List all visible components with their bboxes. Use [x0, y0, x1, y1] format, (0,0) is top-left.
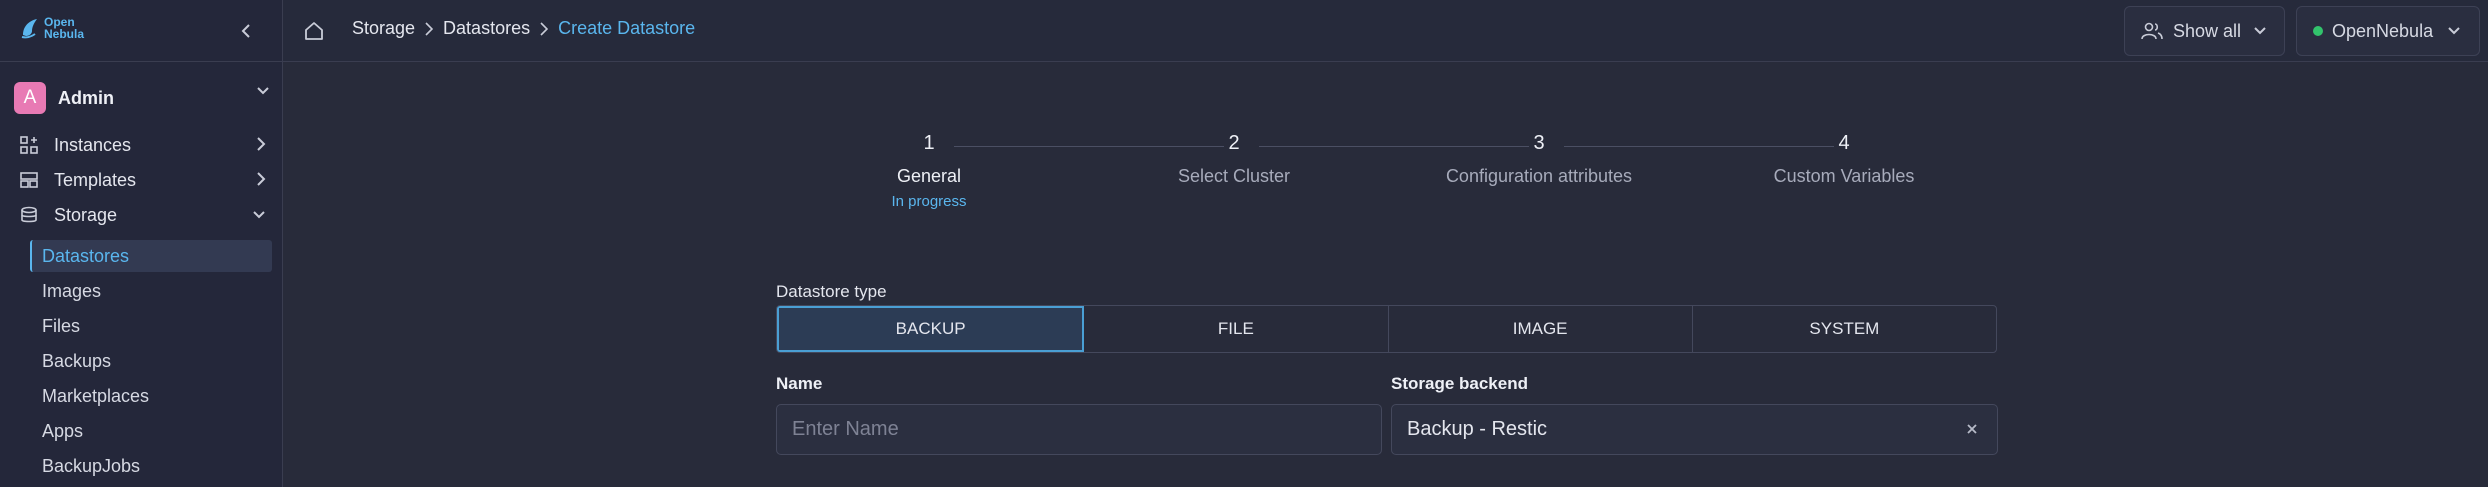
- sidebar-subitem-backups[interactable]: Backups: [30, 345, 272, 377]
- sidebar-subitem-images[interactable]: Images: [30, 275, 272, 307]
- chevron-down-icon: [257, 87, 269, 95]
- step-3-label: Configuration attributes: [1445, 166, 1633, 186]
- step-1-label: General: [896, 166, 962, 186]
- opennebula-logo[interactable]: Open Nebula: [20, 16, 84, 40]
- zone-selector-button[interactable]: OpenNebula: [2296, 6, 2480, 56]
- chevron-down-icon: [2448, 27, 2460, 35]
- step-2-label: Select Cluster: [1177, 166, 1291, 186]
- opennebula-logo-icon: [21, 19, 37, 39]
- step-connector: [1564, 146, 1834, 147]
- datastore-type-toggle: BACKUP FILE IMAGE SYSTEM: [776, 305, 1997, 353]
- breadcrumb-storage[interactable]: Storage: [352, 18, 415, 39]
- avatar: A: [14, 82, 46, 114]
- step-2-number: 2: [1228, 132, 1240, 154]
- templates-icon: [20, 171, 38, 189]
- breadcrumb-datastores[interactable]: Datastores: [443, 18, 530, 39]
- show-all-button[interactable]: Show all: [2124, 6, 2285, 56]
- storage-backend-select[interactable]: Backup - Restic: [1391, 404, 1998, 455]
- sidebar-item-label: Templates: [54, 169, 137, 190]
- close-icon[interactable]: [1965, 422, 1979, 436]
- chevron-right-icon: [257, 172, 266, 186]
- sidebar-subitem-backupjobs[interactable]: BackupJobs: [30, 450, 272, 482]
- collapse-sidebar-button[interactable]: [236, 19, 256, 43]
- storage-icon: [20, 206, 38, 224]
- datastore-type-backup[interactable]: BACKUP: [777, 306, 1085, 352]
- sidebar-item-templates[interactable]: Templates: [20, 164, 266, 196]
- zone-label: OpenNebula: [2332, 20, 2434, 41]
- storage-backend-value: Backup - Restic: [1407, 418, 1548, 440]
- chevron-right-icon: [540, 21, 549, 36]
- chevron-right-icon: [257, 137, 266, 151]
- chevron-right-icon: [425, 21, 434, 36]
- chevron-down-icon: [2254, 27, 2266, 35]
- users-icon: [2141, 22, 2163, 40]
- sidebar-subitem-marketplaces[interactable]: Marketplaces: [30, 380, 272, 412]
- logo-text-line2: Nebula: [44, 27, 85, 41]
- sidebar-subitem-files[interactable]: Files: [30, 310, 272, 342]
- step-4-number: 4: [1838, 132, 1850, 154]
- sidebar-subitem-datastores[interactable]: Datastores: [30, 240, 272, 272]
- sidebar: Open Nebula A Admin Instances Templates …: [0, 0, 283, 487]
- name-input[interactable]: Enter Name: [776, 404, 1382, 455]
- sidebar-item-storage[interactable]: Storage: [20, 199, 266, 231]
- show-all-label: Show all: [2173, 20, 2242, 41]
- storage-backend-label: Storage backend: [1391, 374, 1528, 393]
- chevron-down-icon: [253, 211, 265, 219]
- instances-icon: [20, 136, 38, 154]
- chevron-left-icon: [241, 24, 250, 38]
- datastore-type-file[interactable]: FILE: [1084, 306, 1389, 352]
- sidebar-header: Open Nebula: [0, 0, 282, 62]
- datastore-type-label: Datastore type: [776, 282, 887, 301]
- breadcrumb: Storage Datastores Create Datastore: [352, 18, 695, 39]
- topbar: Storage Datastores Create Datastore Show…: [283, 0, 2488, 62]
- user-menu[interactable]: A Admin: [14, 81, 270, 115]
- sidebar-item-label: Storage: [54, 204, 118, 225]
- step-1-number: 1: [923, 132, 935, 154]
- step-connector: [954, 146, 1224, 147]
- sidebar-subitem-apps[interactable]: Apps: [30, 415, 272, 447]
- step-1-status: In progress: [891, 193, 967, 210]
- datastore-type-image[interactable]: IMAGE: [1389, 306, 1693, 352]
- user-name: Admin: [58, 87, 114, 108]
- step-3-number: 3: [1533, 132, 1545, 154]
- step-connector: [1259, 146, 1529, 147]
- name-label: Name: [776, 374, 823, 393]
- zone-status-dot: [2313, 26, 2323, 36]
- step-4-label: Custom Variables: [1773, 166, 1915, 186]
- sidebar-item-instances[interactable]: Instances: [20, 129, 266, 161]
- home-icon[interactable]: [303, 20, 325, 42]
- sidebar-item-label: Instances: [54, 134, 132, 155]
- breadcrumb-create-datastore: Create Datastore: [558, 18, 696, 38]
- datastore-type-system[interactable]: SYSTEM: [1693, 306, 1996, 352]
